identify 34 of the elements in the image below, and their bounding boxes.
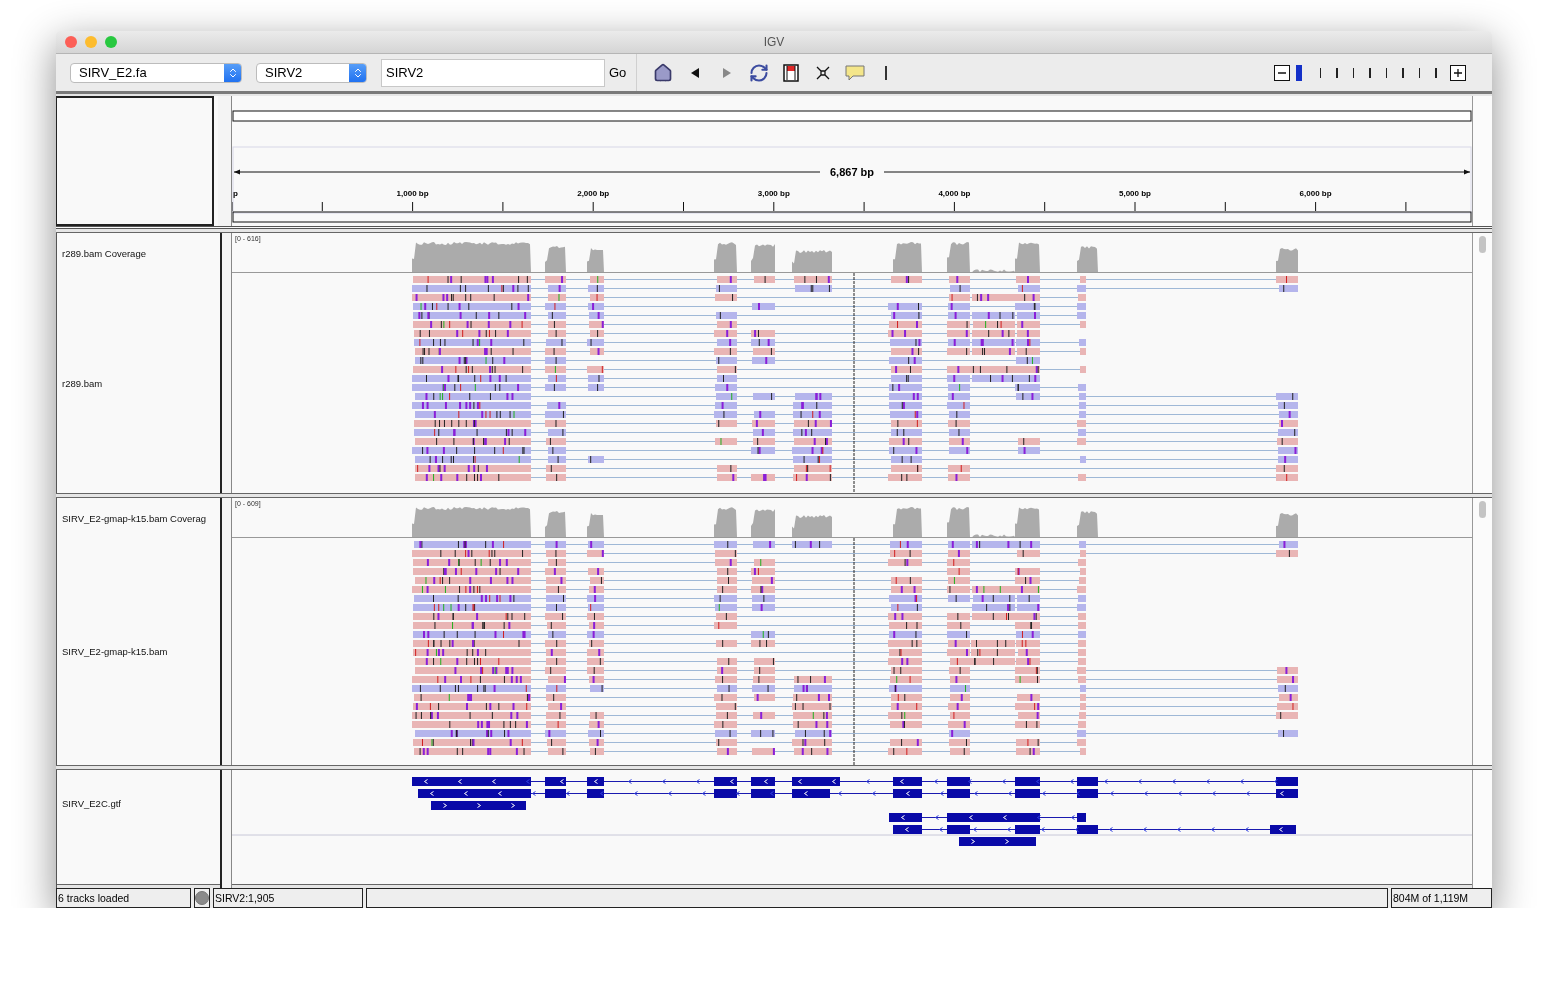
zoom-in-button[interactable] [1450, 64, 1466, 81]
refresh-icon [749, 62, 770, 83]
tick-label: 4,000 bp [938, 189, 971, 198]
locus-field[interactable]: SIRV2 [381, 58, 605, 87]
scrollbar-thumb[interactable] [1479, 236, 1486, 253]
left-triangle-icon [691, 67, 700, 78]
ruler-icon [783, 63, 800, 82]
tick-label: 1,000 bp [396, 189, 429, 198]
tick-label: 6,000 bp [1299, 189, 1332, 198]
track-name[interactable]: SIRV_E2-gmap-k15.bam Coverag [62, 512, 206, 524]
genome-dropdown[interactable]: SIRV_E2.fa [70, 62, 242, 83]
track-name[interactable]: r289.bam [62, 377, 103, 389]
track-name[interactable]: SIRV_E2-gmap-k15.bam [62, 646, 168, 657]
status-message: 6 tracks loaded [56, 888, 191, 908]
home-icon [653, 62, 674, 83]
tick-label: p [233, 189, 238, 198]
memory-readout: 804M of 1,119M [1391, 888, 1492, 908]
chromosome-dropdown[interactable]: SIRV2 [256, 62, 367, 83]
track-name[interactable]: r289.bam Coverage [62, 247, 146, 259]
speech-bubble-icon [845, 64, 866, 81]
go-button[interactable]: Go [605, 58, 631, 87]
zoom-out-button[interactable] [1273, 64, 1290, 81]
window-title: IGV [763, 35, 785, 49]
track-name[interactable]: SIRV_E2C.gtf [62, 798, 121, 809]
tick-label: 2,000 bp [577, 189, 610, 198]
plus-icon [1453, 67, 1463, 78]
resize-icon [816, 65, 831, 80]
tick-label: 5,000 bp [1119, 189, 1151, 198]
tick-label: 3,000 bp [757, 189, 790, 198]
position-readout: SIRV2:1,905 [213, 888, 363, 908]
zoom-slider-thumb[interactable] [1295, 64, 1302, 81]
right-triangle-icon [723, 67, 732, 78]
scrollbar-thumb[interactable] [1479, 501, 1486, 518]
span-label: 6,867 bp [830, 166, 874, 178]
